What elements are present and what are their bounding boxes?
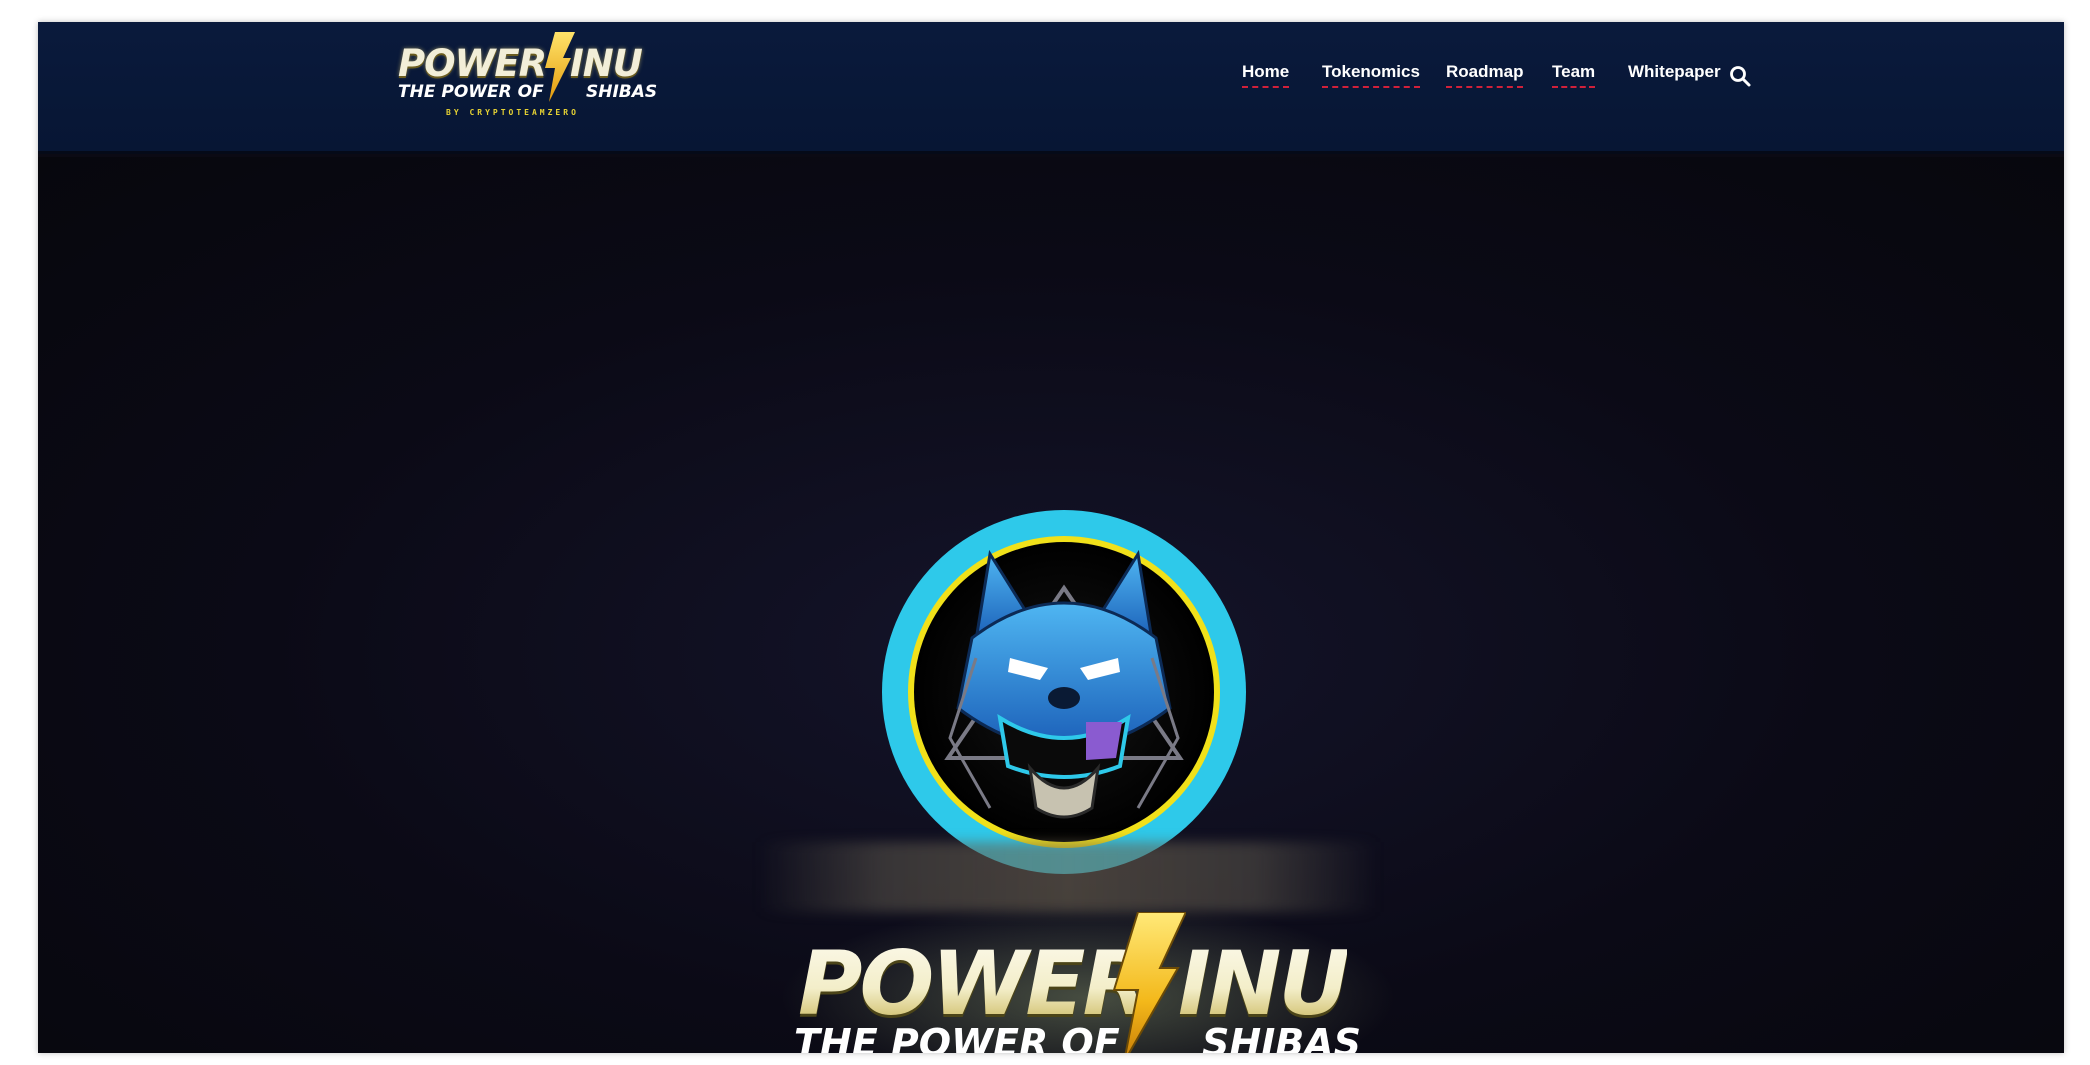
browser-viewport: POWER INU THE POWER OF SHIBAS BY CRYPTOT…	[38, 22, 2064, 1053]
hero-logo-inu: INU	[1178, 932, 1350, 1035]
nav-tokenomics[interactable]: Tokenomics	[1322, 62, 1420, 88]
logo-inu-text: INU	[570, 42, 643, 85]
site-logo[interactable]: POWER INU THE POWER OF SHIBAS BY CRYPTOT…	[398, 30, 658, 130]
nav-team[interactable]: Team	[1552, 62, 1596, 88]
nav-home[interactable]: Home	[1242, 62, 1290, 88]
logo-tagline-left: THE POWER OF	[398, 82, 544, 102]
hero-tagline-right: SHIBAS	[1202, 1021, 1362, 1053]
logo-tagline-right: SHIBAS	[586, 82, 658, 102]
logo-power-text: POWER	[398, 42, 547, 85]
wolf-mascot-badge	[882, 510, 1246, 874]
hero-tagline-left: THE POWER OF	[794, 1021, 1120, 1053]
logo-tagline: THE POWER OF SHIBAS	[398, 82, 657, 102]
hero-logo: POWER INU THE POWER OF SHIBAS	[788, 902, 1408, 1053]
site-header: POWER INU THE POWER OF SHIBAS BY CRYPTOT…	[38, 22, 2064, 154]
search-icon[interactable]	[1728, 64, 1752, 88]
nav-roadmap[interactable]: Roadmap	[1446, 62, 1524, 88]
hero-logo-power: POWER	[798, 932, 1150, 1035]
nav-whitepaper[interactable]: Whitepaper	[1628, 62, 1721, 86]
logo-byline: BY CRYPTOTEAMZERO	[446, 108, 579, 117]
